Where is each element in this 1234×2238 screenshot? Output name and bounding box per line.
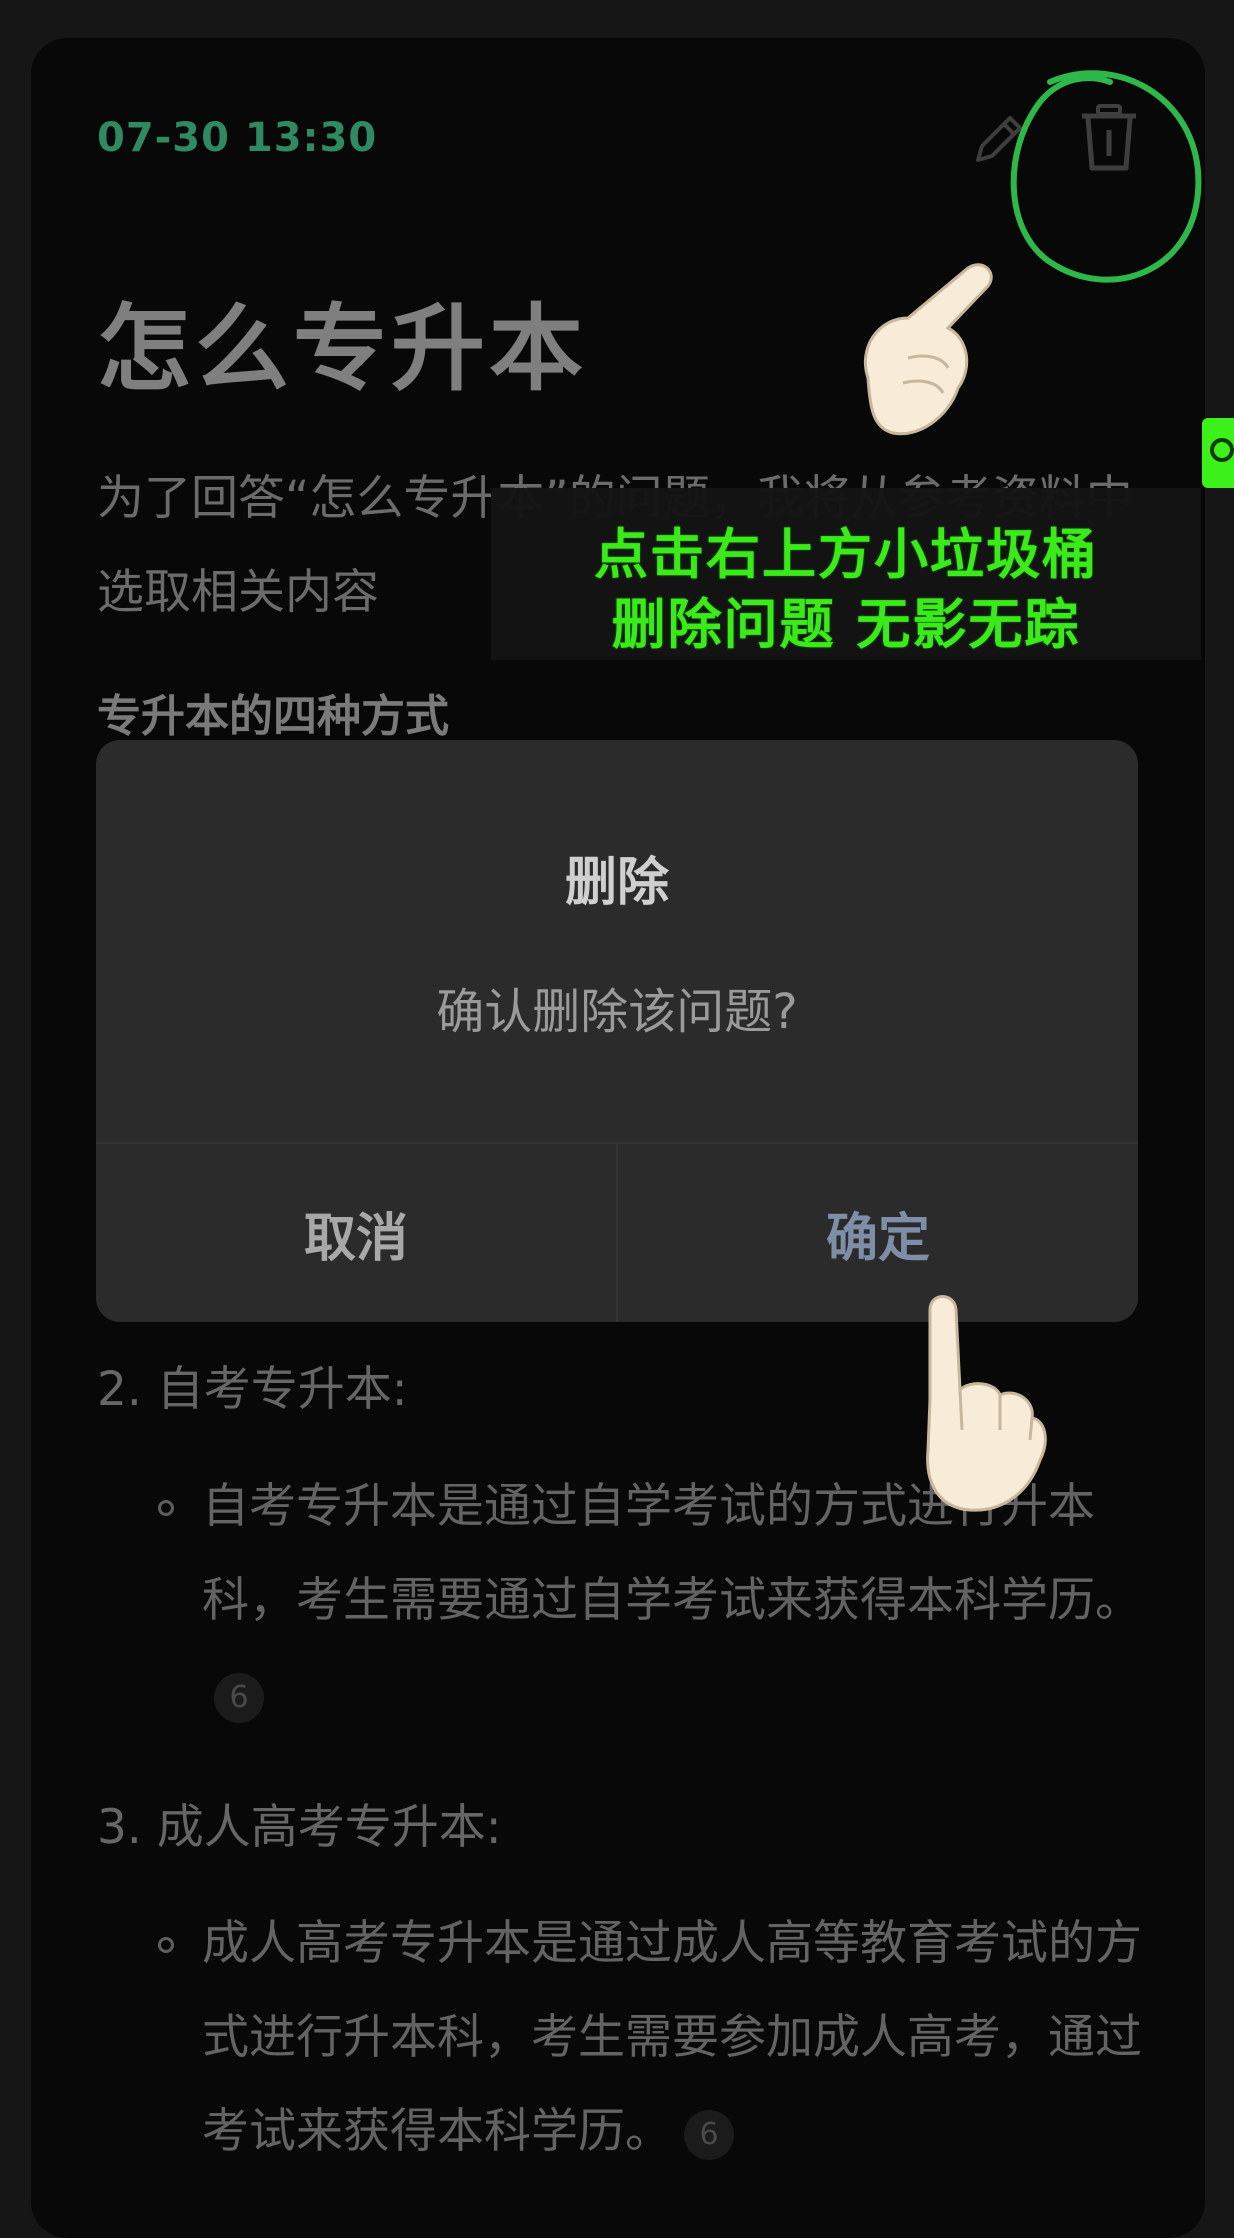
dialog-message: 确认删除该问题? [436, 984, 798, 1040]
dialog-title: 删除 [564, 853, 669, 913]
cancel-button[interactable]: 取消 [96, 1144, 616, 1322]
screen: 07-30 13:30 怎么专升本 为了回答“怎么专升本”的问题，我将从参考资料… [0, 0, 1234, 2238]
confirm-button[interactable]: 确定 [618, 1144, 1138, 1322]
tapping-hand-icon [926, 1295, 1047, 1512]
delete-dialog: 删除 确认删除该问题? 取消 确定 [96, 740, 1138, 1322]
